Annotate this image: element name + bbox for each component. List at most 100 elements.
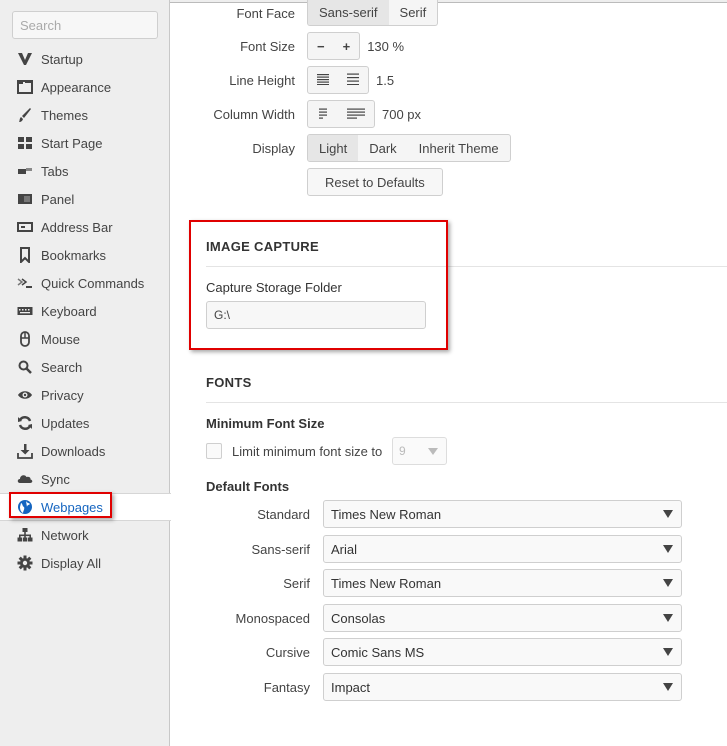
fantasy-font-select[interactable]: Impact <box>323 673 682 701</box>
chevron-down-icon <box>663 614 673 622</box>
sidebar-item-updates[interactable]: Updates <box>0 409 170 437</box>
sidebar-item-themes[interactable]: Themes <box>0 101 170 129</box>
column-width-label: Column Width <box>213 107 295 122</box>
address-bar-icon <box>16 219 34 235</box>
chevron-down-icon <box>663 510 673 518</box>
settings-search-input[interactable] <box>12 11 158 39</box>
sidebar-item-address-bar[interactable]: Address Bar <box>0 213 170 241</box>
column-wide-icon <box>347 107 365 122</box>
font-face-toggle: Sans-serif Serif <box>307 0 439 26</box>
line-height-row: 1.5 <box>307 66 394 94</box>
cursive-font-label: Cursive <box>265 645 310 660</box>
sidebar-item-keyboard[interactable]: Keyboard <box>0 297 170 325</box>
font-size-decrease-button[interactable]: − <box>308 33 334 59</box>
sidebar-item-bookmarks[interactable]: Bookmarks <box>0 241 170 269</box>
sidebar-item-label: Webpages <box>41 499 103 515</box>
font-size-value: 130 % <box>367 38 405 54</box>
monospaced-font-select[interactable]: Consolas <box>323 604 682 632</box>
standard-font-label: Standard <box>257 507 310 522</box>
sans-serif-font-value: Arial <box>331 541 358 557</box>
line-height-stepper <box>307 66 369 94</box>
display-dark-option[interactable]: Dark <box>358 135 407 161</box>
minimum-font-size-title: Minimum Font Size <box>206 416 325 431</box>
sidebar-item-tabs[interactable]: Tabs <box>0 157 170 185</box>
sidebar-item-appearance[interactable]: Appearance <box>0 73 170 101</box>
column-width-increase-button[interactable] <box>338 101 374 127</box>
sidebar-item-label: Downloads <box>41 443 106 459</box>
chevron-down-icon <box>663 683 673 691</box>
font-face-sans-serif-option[interactable]: Sans-serif <box>308 0 389 25</box>
sidebar-item-label: Panel <box>41 191 75 207</box>
capture-folder-input[interactable] <box>206 301 426 329</box>
vivaldi-v-icon <box>16 51 34 67</box>
panel-icon <box>16 191 34 207</box>
sidebar-item-network[interactable]: Network <box>0 521 170 549</box>
sidebar-item-quick-commands[interactable]: Quick Commands <box>0 269 170 297</box>
cursive-font-select[interactable]: Comic Sans MS <box>323 638 682 666</box>
mouse-icon <box>16 331 34 347</box>
display-row: Light Dark Inherit Theme <box>307 134 511 162</box>
fonts-divider <box>206 402 727 403</box>
default-fonts-title: Default Fonts <box>206 479 290 494</box>
sans-serif-font-select[interactable]: Arial <box>323 535 682 563</box>
line-height-value: 1.5 <box>376 72 395 88</box>
column-width-stepper <box>307 100 375 128</box>
line-height-increase-button[interactable] <box>338 67 368 93</box>
sidebar-item-label: Display All <box>41 555 101 571</box>
sidebar-item-panel[interactable]: Panel <box>0 185 170 213</box>
cloud-icon <box>16 471 34 487</box>
display-light-option[interactable]: Light <box>308 135 359 161</box>
font-face-row: Sans-serif Serif <box>307 0 439 26</box>
chevron-down-icon <box>663 545 673 553</box>
chevron-down-icon <box>663 579 673 587</box>
sidebar-item-label: Keyboard <box>41 303 97 319</box>
sidebar-item-startup[interactable]: Startup <box>0 45 170 73</box>
fonts-title: FONTS <box>206 375 252 390</box>
reset-to-defaults-button[interactable]: Reset to Defaults <box>307 168 443 196</box>
sidebar-item-label: Privacy <box>41 387 84 403</box>
display-inherit-theme-option[interactable]: Inherit Theme <box>408 135 510 161</box>
sidebar-item-label: Mouse <box>41 331 81 347</box>
font-face-serif-option[interactable]: Serif <box>389 0 438 25</box>
standard-font-select[interactable]: Times New Roman <box>323 500 682 528</box>
line-spacing-tight-icon <box>317 73 329 88</box>
grid-icon <box>16 135 34 151</box>
monospaced-font-label: Monospaced <box>235 611 310 626</box>
keyboard-icon <box>16 303 34 319</box>
font-size-increase-button[interactable]: + <box>334 33 360 59</box>
min-font-size-select[interactable]: 9 <box>392 437 447 465</box>
cursive-font-value: Comic Sans MS <box>331 644 425 660</box>
chevron-down-icon <box>663 648 673 656</box>
sidebar-item-privacy[interactable]: Privacy <box>0 381 170 409</box>
column-width-decrease-button[interactable] <box>308 101 338 127</box>
chevron-down-icon <box>428 448 438 455</box>
standard-font-value: Times New Roman <box>331 506 442 522</box>
sidebar-item-display-all[interactable]: Display All <box>0 549 170 577</box>
display-label: Display <box>252 141 295 156</box>
sidebar-item-label: Search <box>41 359 83 375</box>
top-border <box>170 0 727 3</box>
sidebar-item-label: Tabs <box>41 163 69 179</box>
sidebar-item-label: Start Page <box>41 135 103 151</box>
serif-font-select[interactable]: Times New Roman <box>323 569 682 597</box>
sidebar-item-start-page[interactable]: Start Page <box>0 129 170 157</box>
fantasy-font-label: Fantasy <box>263 680 310 695</box>
sidebar-item-downloads[interactable]: Downloads <box>0 437 170 465</box>
limit-min-font-label: Limit minimum font size to <box>232 444 383 459</box>
sans-serif-font-label: Sans-serif <box>251 542 310 557</box>
sidebar-item-search[interactable]: Search <box>0 353 170 381</box>
serif-font-value: Times New Roman <box>331 575 442 591</box>
line-height-decrease-button[interactable] <box>308 67 338 93</box>
download-icon <box>16 443 34 459</box>
settings-nav: Startup Appearance Themes Start Page Tab… <box>0 45 171 577</box>
limit-min-font-checkbox[interactable] <box>206 443 222 459</box>
sidebar-item-sync[interactable]: Sync <box>0 465 170 493</box>
display-toggle: Light Dark Inherit Theme <box>307 134 511 162</box>
sidebar-item-webpages[interactable]: Webpages <box>0 493 171 521</box>
tabs-icon <box>16 163 34 179</box>
column-width-row: 700 px <box>307 100 421 128</box>
sidebar-item-mouse[interactable]: Mouse <box>0 325 170 353</box>
font-size-stepper: − + <box>307 32 361 60</box>
serif-font-label: Serif <box>283 576 310 591</box>
refresh-icon <box>16 415 34 431</box>
